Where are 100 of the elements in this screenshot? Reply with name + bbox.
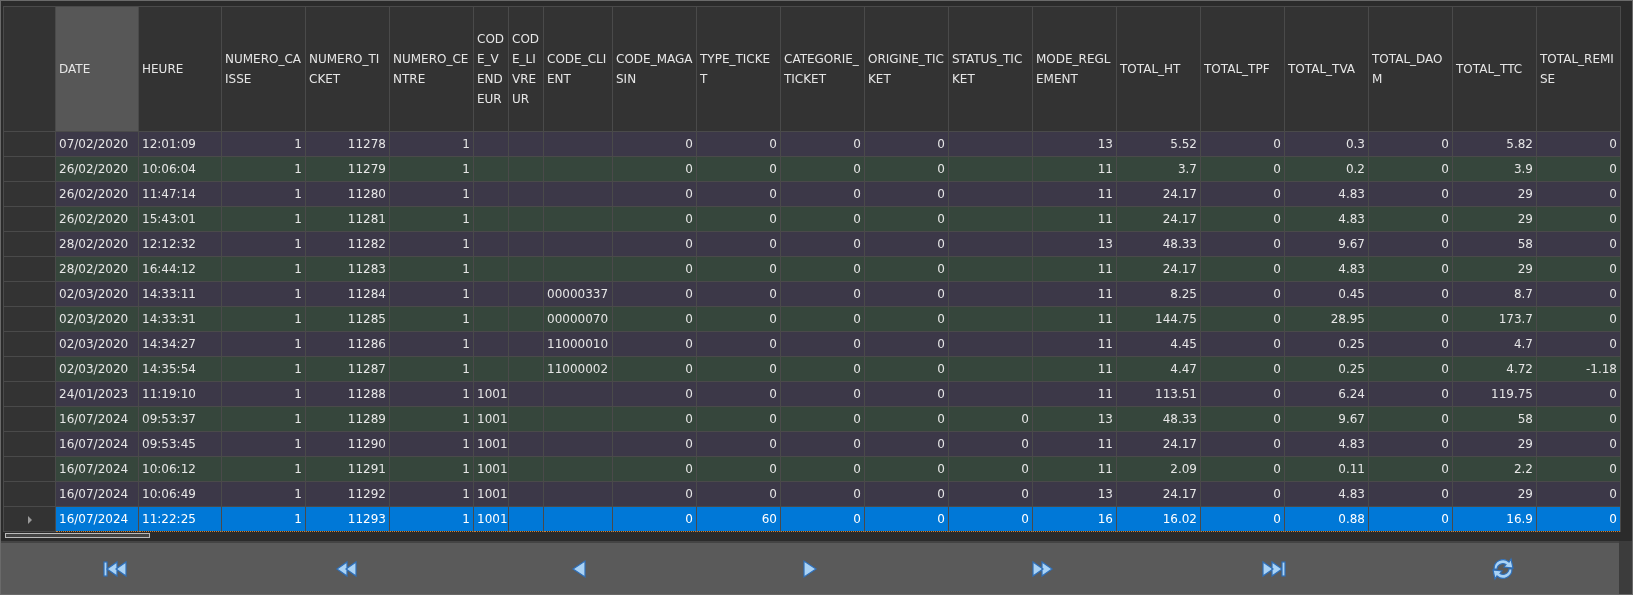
column-header[interactable]: TOTAL_TPF — [1200, 6, 1285, 132]
table-cell: 0 — [1536, 181, 1621, 207]
column-header[interactable]: TYPE_TICKET — [696, 6, 781, 132]
table-cell: 8.7 — [1452, 281, 1537, 307]
table-cell: 0 — [612, 131, 697, 157]
column-header[interactable]: STATUS_TICKET — [948, 6, 1033, 132]
table-cell: 0 — [1536, 406, 1621, 432]
table-cell: 0 — [864, 456, 949, 482]
table-cell: 11293 — [305, 506, 390, 532]
column-header[interactable]: TOTAL_REMISE — [1536, 6, 1621, 132]
column-header[interactable]: CODE_LIVREUR — [508, 6, 544, 132]
table-cell: 11291 — [305, 456, 390, 482]
table-cell: 0 — [864, 381, 949, 407]
table-cell: 4.7 — [1452, 331, 1537, 357]
table-cell: 5.52 — [1116, 131, 1201, 157]
table-cell: 0 — [1368, 481, 1453, 507]
table-cell: 16/07/2024 — [55, 406, 139, 432]
table-cell: 0 — [696, 231, 781, 257]
table-cell: 0 — [1200, 456, 1285, 482]
table-cell: 0.25 — [1284, 356, 1369, 382]
table-cell: 0 — [1368, 381, 1453, 407]
table-cell: 02/03/2020 — [55, 356, 139, 382]
column-header[interactable]: TOTAL_TTC — [1452, 6, 1537, 132]
table-cell: 11 — [1032, 206, 1117, 232]
table-cell: 24.17 — [1116, 481, 1201, 507]
table-cell: 0 — [612, 431, 697, 457]
table-cell: 11279 — [305, 156, 390, 182]
table-cell: 11292 — [305, 481, 390, 507]
table-cell: 1 — [389, 156, 474, 182]
table-cell: 0 — [780, 456, 865, 482]
table-cell: 0 — [864, 231, 949, 257]
table-cell: 02/03/2020 — [55, 331, 139, 357]
table-cell: 11280 — [305, 181, 390, 207]
table-cell: 0 — [1536, 481, 1621, 507]
scrollbar-thumb[interactable] — [5, 533, 150, 538]
table-cell: 0 — [612, 256, 697, 282]
table-cell: 0 — [612, 231, 697, 257]
table-cell: 0 — [612, 181, 697, 207]
table-cell: 0 — [780, 331, 865, 357]
table-cell: 4.83 — [1284, 431, 1369, 457]
table-cell: 11283 — [305, 256, 390, 282]
table-cell: 11 — [1032, 381, 1117, 407]
column-header[interactable]: CODE_VENDEUR — [473, 6, 509, 132]
table-cell: 4.83 — [1284, 206, 1369, 232]
table-cell: 1 — [221, 456, 306, 482]
table-cell: 0 — [1368, 331, 1453, 357]
table-cell: 1 — [389, 456, 474, 482]
column-header[interactable]: CODE_MAGASIN — [612, 6, 697, 132]
table-cell: 0 — [864, 481, 949, 507]
table-cell: 0 — [1200, 131, 1285, 157]
table-cell: 11:47:14 — [138, 181, 222, 207]
table-cell: 0 — [1536, 231, 1621, 257]
table-cell: 11286 — [305, 331, 390, 357]
table-cell: 0 — [1536, 206, 1621, 232]
table-cell: 0 — [1200, 331, 1285, 357]
table-cell: 2.09 — [1116, 456, 1201, 482]
table-cell: 0 — [864, 331, 949, 357]
column-header[interactable]: ORIGINE_TICKET — [864, 6, 949, 132]
column-header[interactable]: DATE — [55, 6, 139, 132]
column-header[interactable]: CODE_CLIENT — [543, 6, 613, 132]
table-cell: 07/02/2020 — [55, 131, 139, 157]
column-header[interactable]: MODE_REGLEMENT — [1032, 6, 1117, 132]
table-cell: 0 — [696, 331, 781, 357]
table-cell: 1 — [221, 256, 306, 282]
table-cell: 0 — [1536, 381, 1621, 407]
table-cell: 0 — [864, 181, 949, 207]
table-cell: 11 — [1032, 281, 1117, 307]
table-cell: 0 — [612, 331, 697, 357]
table-cell: 13 — [1032, 231, 1117, 257]
column-header[interactable]: NUMERO_CENTRE — [389, 6, 474, 132]
column-header[interactable]: NUMERO_CAISSE — [221, 6, 306, 132]
table-cell: 02/03/2020 — [55, 281, 139, 307]
table-cell: 0 — [696, 131, 781, 157]
column-header[interactable]: CATEGORIE_TICKET — [780, 6, 865, 132]
table-cell: 4.72 — [1452, 356, 1537, 382]
column-header[interactable]: HEURE — [138, 6, 222, 132]
table-cell: 1 — [221, 356, 306, 382]
table-cell: 0 — [780, 406, 865, 432]
table-cell: 24.17 — [1116, 206, 1201, 232]
table-cell: 58 — [1452, 406, 1537, 432]
table-cell: 0 — [1368, 206, 1453, 232]
column-header[interactable]: NUMERO_TICKET — [305, 6, 390, 132]
table-cell: 29 — [1452, 181, 1537, 207]
column-header[interactable]: TOTAL_HT — [1116, 6, 1201, 132]
table-cell: 1 — [221, 231, 306, 257]
table-cell: 1 — [389, 256, 474, 282]
table-cell: 0 — [864, 356, 949, 382]
table-cell: 16.02 — [1116, 506, 1201, 532]
table-cell: 0 — [948, 506, 1033, 532]
table-cell: 0 — [864, 131, 949, 157]
table-cell: 1 — [389, 306, 474, 332]
table-cell: 113.51 — [1116, 381, 1201, 407]
current-row-icon — [26, 515, 33, 524]
column-header[interactable]: TOTAL_DAOM — [1368, 6, 1453, 132]
column-header[interactable]: TOTAL_TVA — [1284, 6, 1369, 132]
table-cell: 0 — [1536, 131, 1621, 157]
table-cell: 0 — [1368, 506, 1453, 532]
table-cell: 0 — [696, 306, 781, 332]
table-cell: 1 — [389, 481, 474, 507]
table-cell: 0 — [1536, 506, 1621, 532]
